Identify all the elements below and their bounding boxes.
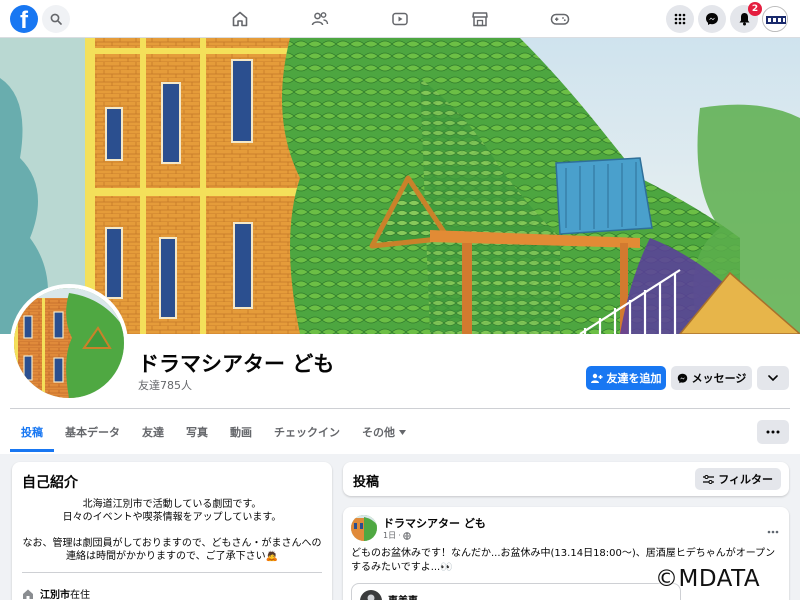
notification-badge: 2 bbox=[748, 2, 762, 16]
shared-avatar bbox=[360, 590, 382, 600]
menu-grid-icon bbox=[674, 13, 686, 25]
friend-count[interactable]: 友達785人 bbox=[138, 377, 192, 393]
account-avatar[interactable] bbox=[762, 6, 788, 32]
messenger-small-icon bbox=[677, 373, 687, 383]
header-divider bbox=[10, 408, 790, 409]
filter-icon bbox=[703, 474, 715, 484]
tab-label: 友達 bbox=[142, 426, 164, 439]
posts-title: 投稿 bbox=[353, 475, 380, 490]
gaming-tab[interactable] bbox=[548, 7, 572, 31]
tab-label: チェックイン bbox=[274, 426, 340, 439]
gaming-icon bbox=[550, 13, 570, 25]
friends-tab[interactable] bbox=[308, 7, 332, 31]
messenger-icon bbox=[706, 13, 718, 25]
post-options-button[interactable] bbox=[767, 519, 779, 538]
globe-icon bbox=[402, 531, 411, 540]
residence-city[interactable]: 江別市 bbox=[40, 590, 70, 600]
more-dots-icon bbox=[766, 430, 780, 434]
top-navigation-bar: f 2 bbox=[0, 0, 800, 38]
tab-about[interactable]: 基本データ bbox=[54, 412, 131, 452]
chevron-down-icon bbox=[768, 375, 778, 381]
tab-posts[interactable]: 投稿 bbox=[10, 412, 54, 452]
watch-tab[interactable] bbox=[388, 7, 412, 31]
home-icon bbox=[232, 11, 248, 27]
watch-icon bbox=[392, 12, 408, 26]
intro-title: 自己紹介 bbox=[22, 475, 78, 491]
marketplace-icon bbox=[472, 12, 488, 27]
more-dots-icon bbox=[767, 530, 779, 534]
tab-label: その他 bbox=[362, 426, 395, 439]
profile-tabs: 投稿 基本データ 友達 写真 動画 チェックイン その他 bbox=[10, 412, 417, 452]
bio-line: 日々のイベントや喫茶情報をアップしています。 bbox=[62, 512, 282, 523]
tab-label: 投稿 bbox=[21, 426, 43, 439]
account-avatar-image bbox=[763, 7, 787, 31]
bio-line: なお、管理は劇団員がしておりますので、どもさん・がまさんへの bbox=[22, 538, 322, 549]
shared-post-box[interactable]: 恵美恵 bbox=[351, 583, 681, 600]
tab-videos[interactable]: 動画 bbox=[219, 412, 263, 452]
filter-button[interactable]: フィルター bbox=[695, 468, 781, 490]
search-button[interactable] bbox=[42, 5, 70, 33]
cover-painting bbox=[0, 38, 800, 334]
tab-label: 写真 bbox=[186, 426, 208, 439]
caret-down-icon bbox=[399, 429, 406, 435]
post-author-avatar[interactable] bbox=[351, 515, 377, 541]
residence-row: 江別市在住 bbox=[22, 586, 90, 600]
bio-line: 連絡は時間がかかりますので、ご了承下さい🙇 bbox=[65, 551, 279, 562]
intro-bio: 北海道江別市で活動している劇団です。日々のイベントや喫茶情報をアップしています。… bbox=[20, 498, 324, 563]
intro-divider bbox=[22, 572, 322, 573]
message-button[interactable]: メッセージ bbox=[671, 366, 752, 390]
posts-header-card: 投稿 フィルター bbox=[343, 462, 789, 496]
messenger-button[interactable] bbox=[698, 5, 726, 33]
marketplace-tab[interactable] bbox=[468, 7, 492, 31]
post-avatar-image bbox=[351, 515, 377, 541]
intro-card: 自己紹介 北海道江別市で活動している劇団です。日々のイベントや喫茶情報をアップし… bbox=[12, 462, 332, 600]
add-friend-button[interactable]: 友達を追加 bbox=[586, 366, 666, 390]
tab-label: 基本データ bbox=[65, 426, 120, 439]
bio-line: 北海道江別市で活動している劇団です。 bbox=[82, 499, 262, 510]
add-friend-icon bbox=[590, 373, 602, 383]
profile-picture-image bbox=[14, 288, 124, 398]
tab-check-ins[interactable]: チェックイン bbox=[263, 412, 351, 452]
tab-photos[interactable]: 写真 bbox=[175, 412, 219, 452]
tab-label: 動画 bbox=[230, 426, 252, 439]
residence-suffix: 在住 bbox=[70, 590, 90, 600]
facebook-logo[interactable]: f bbox=[10, 5, 38, 33]
tab-more[interactable]: その他 bbox=[351, 412, 417, 452]
bell-icon bbox=[739, 13, 749, 26]
post-time[interactable]: 1日 bbox=[383, 530, 396, 541]
message-label: メッセージ bbox=[691, 372, 747, 385]
tab-friends[interactable]: 友達 bbox=[131, 412, 175, 452]
profile-options-dropdown[interactable] bbox=[757, 366, 789, 390]
post-meta: 1日 · bbox=[383, 530, 411, 541]
add-friend-label: 友達を追加 bbox=[606, 372, 662, 385]
search-icon bbox=[50, 13, 62, 25]
watermark: ©MDATA bbox=[655, 566, 761, 592]
menu-button[interactable] bbox=[666, 5, 694, 33]
profile-picture[interactable] bbox=[10, 284, 128, 402]
filter-label: フィルター bbox=[718, 473, 773, 486]
notifications-button[interactable]: 2 bbox=[730, 2, 762, 33]
profile-name: ドラマシアター ども bbox=[138, 352, 335, 376]
home-icon bbox=[23, 589, 33, 599]
shared-author-name[interactable]: 恵美恵 bbox=[388, 592, 418, 600]
home-tab[interactable] bbox=[228, 7, 252, 31]
more-options-button[interactable] bbox=[757, 420, 789, 444]
post-author-name[interactable]: ドラマシアター ども bbox=[383, 515, 486, 531]
cover-photo[interactable] bbox=[0, 38, 800, 334]
friends-icon bbox=[311, 12, 329, 26]
